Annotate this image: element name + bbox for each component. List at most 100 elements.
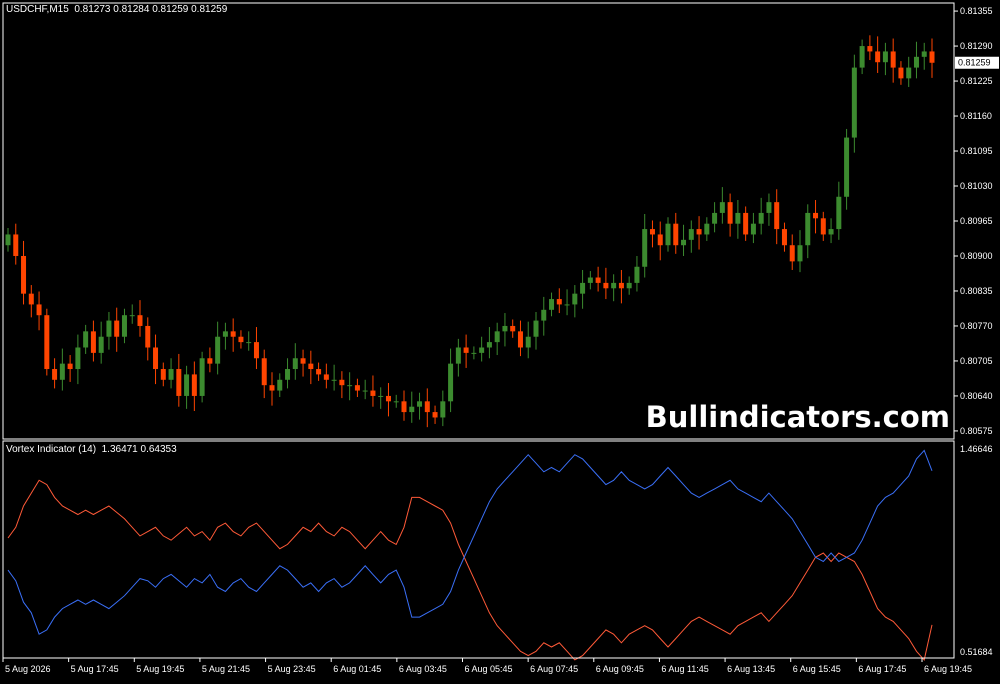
chart-window[interactable]: 0.81355 0.81290 0.81225 0.81160 0.81095 0.810… — [0, 0, 1000, 680]
candle-body — [611, 282, 617, 289]
candle-body — [774, 202, 780, 230]
candle-body — [145, 325, 151, 348]
candle-body — [230, 331, 236, 337]
candle-body — [308, 363, 314, 370]
candle-body — [712, 212, 718, 224]
candle-body — [393, 401, 399, 403]
time-tick-label: 5 Aug 2026 — [5, 664, 51, 674]
candle-body — [238, 336, 244, 343]
candle-body — [300, 358, 306, 364]
candle-body — [424, 401, 430, 413]
candle-body — [370, 390, 376, 396]
candle-body — [719, 202, 725, 213]
chart-canvas[interactable]: 0.81355 0.81290 0.81225 0.81160 0.81095 0.810… — [0, 0, 1000, 680]
candle-body — [339, 379, 345, 386]
time-tick-label: 6 Aug 19:45 — [924, 664, 972, 674]
candle-body — [805, 212, 811, 246]
candle-body — [269, 385, 275, 391]
candle-body — [681, 239, 687, 246]
candle-body — [44, 315, 50, 370]
candle-body — [696, 229, 702, 235]
candle-body — [510, 325, 516, 332]
time-tick-label: 5 Aug 17:45 — [71, 664, 119, 674]
time-tick-label: 6 Aug 07:45 — [530, 664, 578, 674]
candle-body — [277, 379, 283, 391]
candle-body — [207, 358, 213, 364]
candle-body — [75, 347, 81, 370]
candle-body — [440, 401, 446, 418]
candle-body — [797, 245, 803, 262]
candle-body — [549, 299, 555, 310]
candle-body — [36, 304, 42, 316]
candle-body — [743, 212, 749, 235]
candle-body — [541, 309, 547, 321]
candle-body — [494, 331, 500, 343]
time-tick-label: 6 Aug 09:45 — [596, 664, 644, 674]
time-tick-label: 6 Aug 15:45 — [793, 664, 841, 674]
candle-body — [642, 229, 648, 267]
price-tick-label: 0.80965 — [960, 216, 993, 226]
candle-body — [121, 315, 127, 337]
candle-body — [67, 363, 73, 370]
candle-body — [106, 320, 112, 337]
candle-body — [168, 369, 174, 380]
candle-body — [517, 331, 523, 348]
candle-body — [766, 202, 772, 213]
candle-body — [191, 374, 197, 396]
candle-body — [859, 46, 865, 68]
candle-body — [820, 218, 826, 235]
time-tick-label: 6 Aug 01:45 — [333, 664, 381, 674]
candle-body — [875, 51, 881, 63]
price-tick-label: 0.81160 — [960, 111, 992, 121]
candle-body — [21, 255, 27, 294]
candle-body — [28, 293, 34, 305]
candle-body — [153, 347, 159, 370]
candle-body — [448, 363, 454, 402]
price-badge-text: 0.81259 — [958, 58, 991, 68]
time-tick-label: 5 Aug 23:45 — [268, 664, 316, 674]
candle-body — [572, 293, 578, 305]
candle-body — [828, 229, 834, 235]
candle-body — [626, 282, 632, 289]
candle-body — [176, 369, 182, 396]
candle-body — [316, 369, 322, 375]
candle-body — [362, 390, 368, 392]
candle-body — [13, 234, 19, 256]
price-tick-label: 0.81225 — [960, 76, 993, 86]
candle-body — [486, 342, 492, 348]
candle-body — [789, 245, 795, 262]
candle-body — [898, 67, 904, 79]
candle-body — [603, 282, 609, 289]
candle-body — [867, 46, 873, 52]
candle-body — [52, 369, 58, 380]
candle-body — [882, 51, 888, 63]
time-tick-label: 5 Aug 19:45 — [136, 664, 184, 674]
time-tick-label: 6 Aug 13:45 — [727, 664, 775, 674]
indicator-tick-label: 1.46646 — [960, 444, 993, 454]
candle-body — [851, 67, 857, 138]
time-tick-label: 6 Aug 03:45 — [399, 664, 447, 674]
price-tick-label: 0.80640 — [960, 391, 993, 401]
candle-body — [246, 342, 252, 344]
price-tick-label: 0.81290 — [960, 41, 993, 51]
candle-body — [556, 299, 562, 305]
candle-body — [417, 401, 423, 407]
candle-body — [665, 223, 671, 246]
candle-body — [735, 212, 741, 224]
price-tick-label: 0.81095 — [960, 146, 993, 156]
candle-body — [253, 342, 259, 359]
candle-body — [261, 358, 267, 386]
candle-body — [836, 196, 842, 230]
candle-body — [727, 202, 733, 224]
candle-body — [114, 320, 120, 337]
candle-body — [813, 212, 819, 219]
time-tick-label: 6 Aug 11:45 — [661, 664, 708, 674]
price-tick-label: 0.80900 — [960, 251, 993, 261]
candle-body — [750, 223, 756, 235]
price-tick-label: 0.81030 — [960, 181, 993, 191]
candle-body — [479, 347, 485, 353]
candle-body — [347, 385, 353, 387]
candle-body — [704, 223, 710, 235]
candle-body — [331, 379, 337, 381]
candle-body — [502, 325, 508, 332]
